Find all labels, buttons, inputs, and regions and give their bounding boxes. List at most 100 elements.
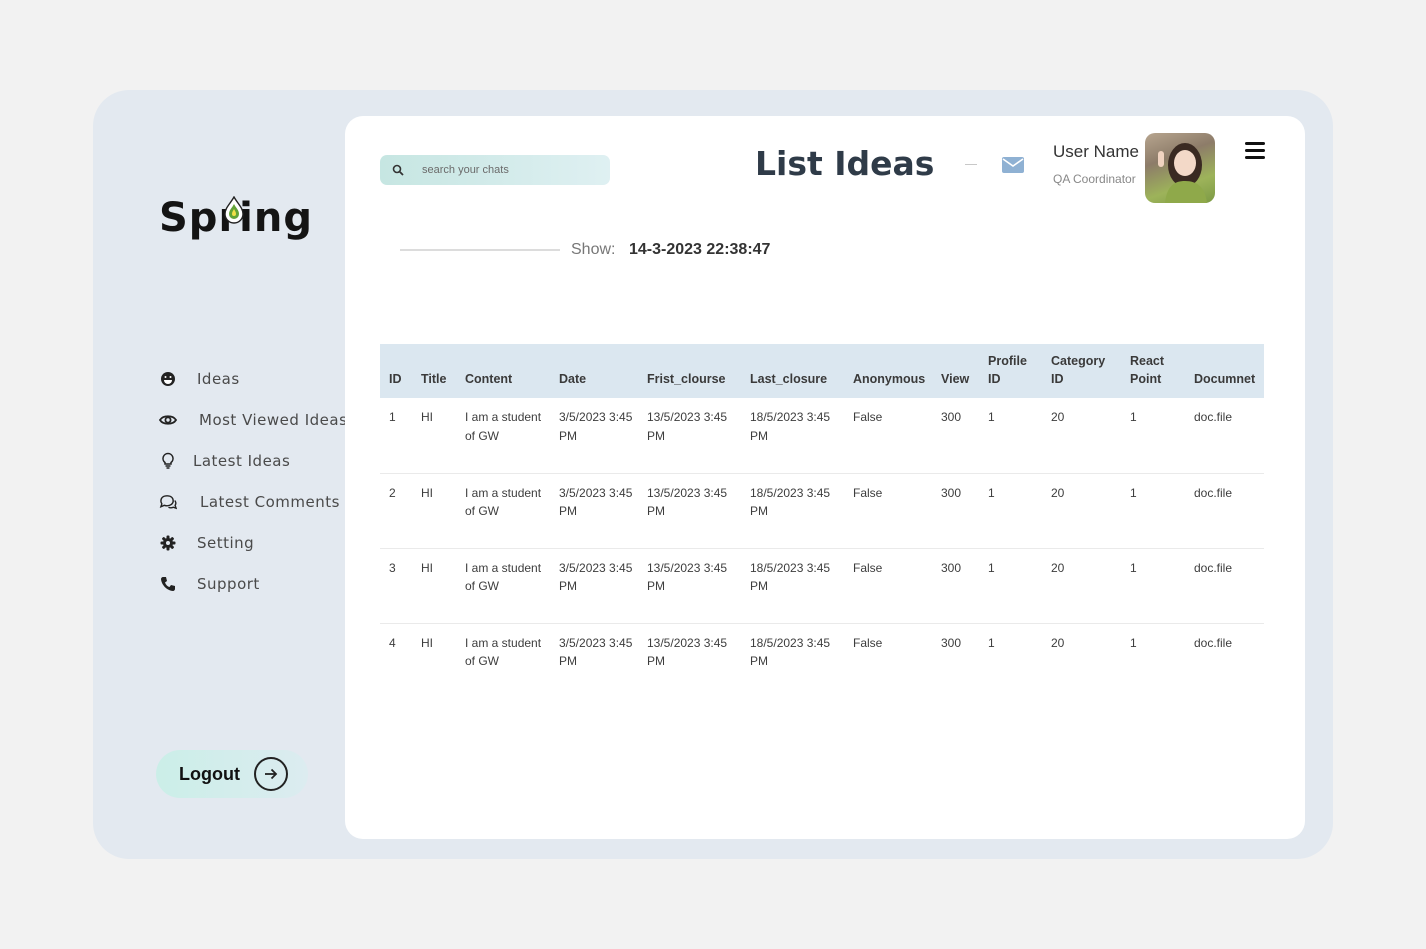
- cell-first-closure: 13/5/2023 3:45 PM: [638, 473, 741, 549]
- ideas-table: ID Title Content Date Frist_clourse Last…: [380, 344, 1264, 698]
- sidebar-item-latest-comments[interactable]: Latest Comments: [159, 481, 347, 522]
- table-row[interactable]: 3 HI I am a student of GW 3/5/2023 3:45 …: [380, 548, 1264, 624]
- cell-date: 3/5/2023 3:45 PM: [550, 398, 638, 474]
- main-panel: List Ideas User Name QA Coordinator Show…: [345, 116, 1305, 839]
- cell-last-closure: 18/5/2023 3:45 PM: [741, 473, 844, 549]
- sidebar-item-latest-ideas[interactable]: Latest Ideas: [159, 440, 347, 481]
- sidebar-item-support[interactable]: Support: [159, 563, 347, 604]
- cell-content: I am a student of GW: [456, 398, 550, 474]
- column-header[interactable]: Frist_clourse: [638, 344, 741, 398]
- cell-document[interactable]: doc.file: [1185, 398, 1264, 474]
- lightbulb-icon: [159, 452, 177, 470]
- mail-icon[interactable]: [1002, 157, 1024, 173]
- cell-react-point: 1: [1130, 635, 1137, 650]
- column-header[interactable]: Profile ID: [979, 344, 1042, 398]
- cell-date: 3/5/2023 3:45 PM: [559, 635, 633, 669]
- sidebar-item-label: Ideas: [197, 369, 240, 388]
- cell-id: 2: [380, 473, 412, 549]
- table-row[interactable]: 4 HI I am a student of GW 3/5/2023 3:45 …: [380, 623, 1264, 698]
- eye-icon: [159, 411, 177, 429]
- cell-first-closure: 13/5/2023 3:45 PM: [647, 635, 728, 669]
- column-header[interactable]: Category ID: [1042, 344, 1121, 398]
- cell-react-point: 1: [1121, 398, 1185, 474]
- cell-document[interactable]: doc.file: [1185, 473, 1264, 549]
- cell-anonymous: False: [844, 473, 932, 549]
- search-input[interactable]: [422, 164, 602, 176]
- cell-react-point: 1: [1121, 548, 1185, 624]
- user-role: QA Coordinator: [1053, 172, 1136, 186]
- cell-first-closure: 13/5/2023 3:45 PM: [638, 548, 741, 624]
- cell-anonymous: False: [844, 398, 932, 474]
- cell-id: 3: [380, 548, 412, 624]
- cell-last-closure: 18/5/2023 3:45 PM: [741, 548, 844, 624]
- cell-view: 300: [932, 548, 979, 624]
- comments-icon: [159, 493, 177, 511]
- show-label: Show:: [571, 241, 616, 258]
- cell-react-point: 1: [1121, 473, 1185, 549]
- cell-last-closure: 18/5/2023 3:45 PM: [741, 398, 844, 474]
- column-header[interactable]: View: [932, 344, 979, 398]
- app-shell: Spring Ideas Most Viewed Ideas Latest Id…: [93, 90, 1333, 859]
- column-header[interactable]: React Point: [1121, 344, 1185, 398]
- search-bar[interactable]: [380, 155, 610, 185]
- sidebar-item-most-viewed-ideas[interactable]: Most Viewed Ideas: [159, 399, 347, 440]
- column-header[interactable]: Title: [412, 344, 456, 398]
- column-header[interactable]: Documnet: [1185, 344, 1264, 398]
- sidebar-nav: Ideas Most Viewed Ideas Latest Ideas Lat…: [159, 358, 347, 604]
- cell-first-closure: 13/5/2023 3:45 PM: [638, 398, 741, 474]
- cell-title: HI: [421, 635, 433, 650]
- column-header[interactable]: Date: [550, 344, 638, 398]
- sidebar-item-label: Most Viewed Ideas: [199, 410, 348, 429]
- cell-category-id: 20: [1042, 398, 1121, 474]
- cell-title: HI: [412, 548, 456, 624]
- logout-label: Logout: [179, 763, 240, 784]
- cell-view: 300: [932, 473, 979, 549]
- table-header-row: ID Title Content Date Frist_clourse Last…: [380, 344, 1264, 398]
- menu-icon[interactable]: [1245, 142, 1265, 159]
- column-header[interactable]: ID: [380, 344, 412, 398]
- sidebar-item-label: Latest Ideas: [193, 451, 291, 470]
- cell-category-id: 20: [1042, 473, 1121, 549]
- table-row[interactable]: 2 HI I am a student of GW 3/5/2023 3:45 …: [380, 473, 1264, 549]
- cell-title: HI: [412, 398, 456, 474]
- cell-date: 3/5/2023 3:45 PM: [550, 548, 638, 624]
- user-name: User Name: [1053, 142, 1139, 161]
- search-icon: [392, 164, 404, 176]
- cell-profile-id: 1: [979, 548, 1042, 624]
- cell-category-id: 20: [1051, 635, 1065, 650]
- cell-profile-id: 1: [979, 473, 1042, 549]
- cell-last-closure: 18/5/2023 3:45 PM: [750, 635, 831, 669]
- divider: [400, 249, 560, 251]
- phone-icon: [159, 575, 177, 593]
- cell-anonymous: False: [844, 548, 932, 624]
- smile-icon: [159, 370, 177, 388]
- column-header[interactable]: Last_closure: [741, 344, 844, 398]
- cell-view: 300: [941, 635, 962, 650]
- cell-date: 3/5/2023 3:45 PM: [550, 473, 638, 549]
- cell-title: HI: [412, 473, 456, 549]
- cell-profile-id: 1: [988, 635, 995, 650]
- cell-id: 1: [380, 398, 412, 474]
- logout-button[interactable]: Logout: [156, 750, 308, 798]
- gear-icon: [159, 534, 177, 552]
- sidebar-item-ideas[interactable]: Ideas: [159, 358, 347, 399]
- avatar[interactable]: [1145, 133, 1215, 203]
- column-header[interactable]: Anonymous: [844, 344, 932, 398]
- column-header[interactable]: Content: [456, 344, 550, 398]
- sidebar-item-setting[interactable]: Setting: [159, 522, 347, 563]
- cell-content: I am a student of GW: [456, 473, 550, 549]
- sidebar-item-label: Support: [197, 574, 260, 593]
- table-row[interactable]: 1 HI I am a student of GW 3/5/2023 3:45 …: [380, 398, 1264, 474]
- cell-document[interactable]: doc.file: [1185, 548, 1264, 624]
- show-value: 14-3-2023 22:38:47: [629, 241, 771, 258]
- cell-id: 4: [389, 635, 396, 650]
- cell-document[interactable]: doc.file: [1185, 623, 1264, 698]
- cell-anonymous: False: [853, 635, 883, 650]
- sidebar-item-label: Latest Comments: [200, 492, 340, 511]
- page-title: List Ideas: [755, 144, 935, 183]
- cell-view: 300: [932, 398, 979, 474]
- sidebar-item-label: Setting: [197, 533, 255, 552]
- cell-category-id: 20: [1042, 548, 1121, 624]
- cell-profile-id: 1: [979, 398, 1042, 474]
- cell-content: I am a student of GW: [456, 548, 550, 624]
